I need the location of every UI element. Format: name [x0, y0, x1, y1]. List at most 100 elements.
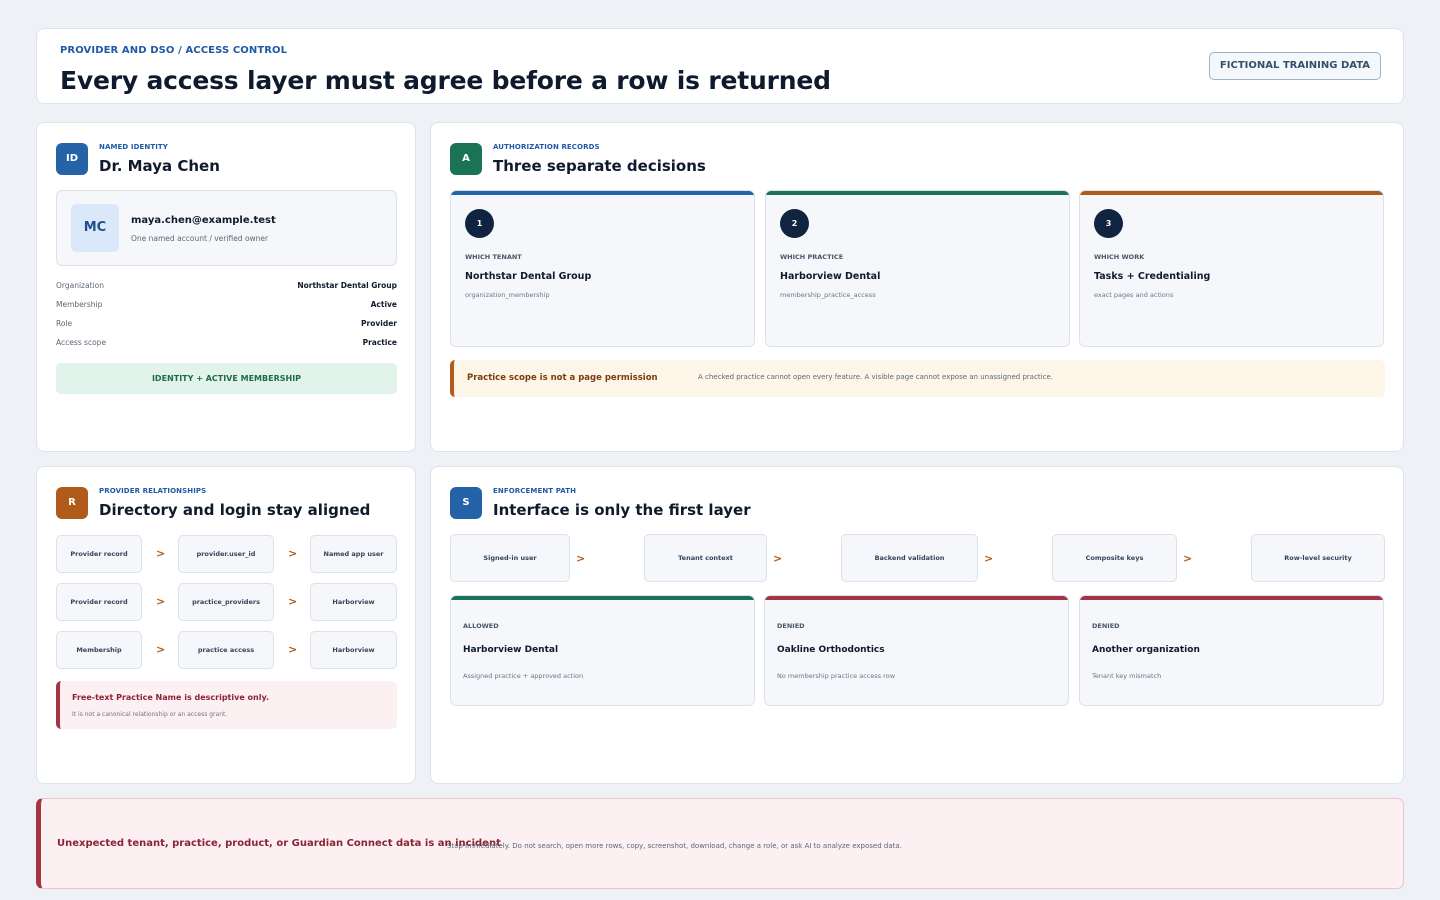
outcome-label: ALLOWED [463, 622, 499, 630]
step-number: 1 [465, 209, 494, 238]
path-step: Row-level security [1251, 534, 1385, 582]
decision-accent [1080, 191, 1383, 195]
warning-detail: It is not a canonical relationship or an… [72, 711, 228, 718]
detail-row-membership: Membership Active [56, 300, 397, 312]
practice-scope-note: Practice scope is not a page permission … [450, 360, 1385, 397]
outcome-reason: Assigned practice + approved action [463, 672, 584, 680]
path-step: Composite keys [1052, 534, 1177, 582]
authorization-icon: A [450, 143, 482, 175]
authorization-panel: A AUTHORIZATION RECORDS Three separate d… [430, 122, 1404, 452]
relationships-eyebrow: PROVIDER RELATIONSHIPS [99, 487, 207, 495]
outcome-card-denied: DENIED Oakline Orthodontics No membershi… [764, 595, 1069, 706]
identity-title: Dr. Maya Chen [99, 157, 220, 175]
relationships-title: Directory and login stay aligned [99, 501, 371, 519]
enforcement-title: Interface is only the first layer [493, 501, 751, 519]
relation-chip: Provider record [56, 583, 142, 621]
identity-icon: ID [56, 143, 88, 175]
decision-label: WHICH TENANT [465, 253, 522, 261]
detail-value: Northstar Dental Group [297, 281, 397, 290]
note-headline: Practice scope is not a page permission [467, 373, 658, 383]
outcome-reason: No membership practice access row [777, 672, 896, 680]
arrow-icon: > [1183, 552, 1193, 565]
identity-status-badge: IDENTITY + ACTIVE MEMBERSHIP [56, 363, 397, 394]
outcome-accent [1080, 596, 1383, 600]
arrow-icon: > [773, 552, 783, 565]
account-card: MC maya.chen@example.test One named acco… [56, 190, 397, 266]
free-text-warning: Free-text Practice Name is descriptive o… [56, 681, 397, 729]
detail-value: Provider [361, 319, 397, 328]
detail-row-role: Role Provider [56, 319, 397, 331]
relation-chip: practice_providers [178, 583, 274, 621]
detail-key: Membership [56, 300, 103, 309]
relation-chip: Named app user [310, 535, 397, 573]
detail-key: Role [56, 319, 73, 328]
arrow-icon: > [156, 547, 166, 560]
path-step: Backend validation [841, 534, 978, 582]
decision-name: Harborview Dental [780, 271, 881, 282]
arrow-icon: > [984, 552, 994, 565]
decision-card-practice: 2 WHICH PRACTICE Harborview Dental membe… [765, 190, 1070, 347]
detail-row-organization: Organization Northstar Dental Group [56, 281, 397, 293]
step-number: 2 [780, 209, 809, 238]
relationships-panel: R PROVIDER RELATIONSHIPS Directory and l… [36, 466, 416, 784]
account-email: maya.chen@example.test [131, 215, 276, 226]
path-step: Signed-in user [450, 534, 570, 582]
page-header: PROVIDER AND DSO / ACCESS CONTROL Every … [36, 28, 1404, 104]
outcome-label: DENIED [777, 622, 805, 630]
outcome-reason: Tenant key mismatch [1092, 672, 1162, 680]
breadcrumb: PROVIDER AND DSO / ACCESS CONTROL [60, 45, 288, 56]
decision-accent [766, 191, 1069, 195]
relation-chip: Harborview [310, 631, 397, 669]
identity-eyebrow: NAMED IDENTITY [99, 143, 168, 151]
authorization-eyebrow: AUTHORIZATION RECORDS [493, 143, 600, 151]
relationships-icon: R [56, 487, 88, 519]
arrow-icon: > [288, 547, 298, 560]
decision-name: Northstar Dental Group [465, 271, 592, 282]
outcome-label: DENIED [1092, 622, 1120, 630]
detail-value: Practice [362, 338, 397, 347]
relation-chip: Provider record [56, 535, 142, 573]
arrow-icon: > [156, 595, 166, 608]
relation-chip: Harborview [310, 583, 397, 621]
warning-headline: Free-text Practice Name is descriptive o… [72, 693, 270, 702]
outcome-name: Oakline Orthodontics [777, 645, 885, 655]
outcome-name: Another organization [1092, 645, 1200, 655]
incident-headline: Unexpected tenant, practice, product, or… [57, 838, 501, 849]
page-title: Every access layer must agree before a r… [60, 66, 831, 95]
decision-label: WHICH PRACTICE [780, 253, 844, 261]
enforcement-icon: S [450, 487, 482, 519]
relation-chip: practice access [178, 631, 274, 669]
note-detail: A checked practice cannot open every fea… [698, 373, 1053, 381]
arrow-icon: > [156, 643, 166, 656]
path-step: Tenant context [644, 534, 767, 582]
relation-chip: provider.user_id [178, 535, 274, 573]
account-subtitle: One named account / verified owner [131, 234, 269, 243]
arrow-icon: > [288, 643, 298, 656]
decision-accent [451, 191, 754, 195]
decision-name: Tasks + Credentialing [1094, 271, 1211, 282]
arrow-icon: > [288, 595, 298, 608]
training-data-badge: FICTIONAL TRAINING DATA [1208, 52, 1381, 80]
detail-row-access-scope: Access scope Practice [56, 338, 397, 350]
outcome-card-allowed: ALLOWED Harborview Dental Assigned pract… [450, 595, 755, 706]
decision-code: organization_membership [465, 291, 550, 299]
relation-chip: Membership [56, 631, 142, 669]
incident-banner: Unexpected tenant, practice, product, or… [36, 798, 1404, 889]
decision-code: membership_practice_access [780, 291, 876, 299]
outcome-card-denied: DENIED Another organization Tenant key m… [1079, 595, 1384, 706]
authorization-title: Three separate decisions [493, 157, 706, 175]
incident-instructions: Stop immediately. Do not search, open mo… [447, 842, 902, 850]
outcome-accent [451, 596, 754, 600]
outcome-name: Harborview Dental [463, 645, 559, 655]
decision-label: WHICH WORK [1094, 253, 1145, 261]
detail-key: Access scope [56, 338, 107, 347]
identity-panel: ID NAMED IDENTITY Dr. Maya Chen MC maya.… [36, 122, 416, 452]
decision-code: exact pages and actions [1094, 291, 1174, 299]
enforcement-eyebrow: ENFORCEMENT PATH [493, 487, 577, 495]
enforcement-panel: S ENFORCEMENT PATH Interface is only the… [430, 466, 1404, 784]
outcome-accent [765, 596, 1068, 600]
step-number: 3 [1094, 209, 1123, 238]
arrow-icon: > [576, 552, 586, 565]
decision-card-tenant: 1 WHICH TENANT Northstar Dental Group or… [450, 190, 755, 347]
detail-key: Organization [56, 281, 104, 290]
